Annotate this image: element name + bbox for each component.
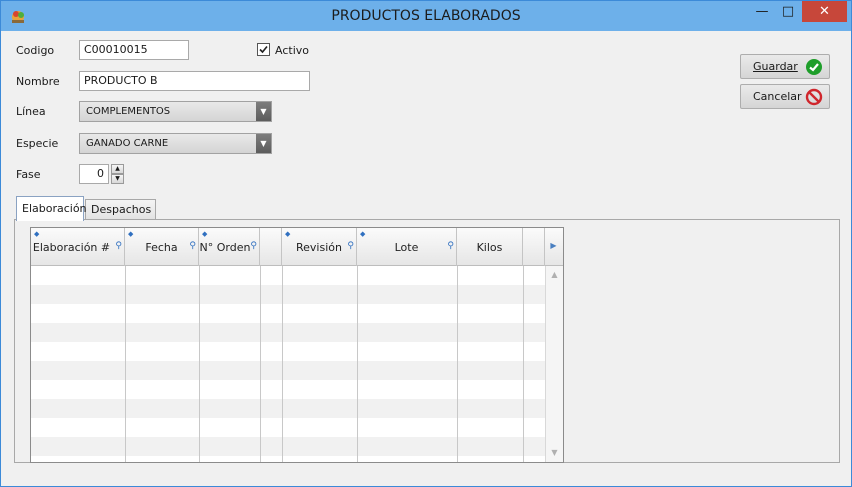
tab-despachos[interactable]: Despachos bbox=[85, 199, 156, 220]
window-title: PRODUCTOS ELABORADOS bbox=[331, 8, 521, 24]
cancelar-label: Cancelar bbox=[753, 90, 802, 103]
close-button[interactable]: ✕ bbox=[802, 1, 847, 22]
elaboraciones-grid[interactable]: ◆ Elaboración # ⚲ ◆ Fecha ⚲ ◆ N° Orden ⚲ bbox=[30, 227, 564, 463]
table-row[interactable] bbox=[31, 418, 545, 437]
fase-label: Fase bbox=[16, 168, 41, 181]
minimize-button[interactable]: — bbox=[749, 1, 775, 22]
especie-selected-value: GANADO CARNE bbox=[86, 138, 169, 149]
search-icon[interactable]: ⚲ bbox=[447, 241, 454, 251]
table-row[interactable] bbox=[31, 380, 545, 399]
search-icon[interactable]: ⚲ bbox=[115, 241, 122, 251]
table-row[interactable] bbox=[31, 266, 545, 285]
sort-icon[interactable]: ◆ bbox=[360, 230, 365, 238]
cancelar-button[interactable]: Cancelar bbox=[740, 84, 830, 109]
activo-checkbox[interactable] bbox=[257, 43, 270, 56]
sort-icon[interactable]: ◆ bbox=[34, 230, 39, 238]
checkmark-icon bbox=[259, 45, 268, 54]
column-divider bbox=[523, 266, 524, 462]
tab-panel-elaboracion: ◆ Elaboración # ⚲ ◆ Fecha ⚲ ◆ N° Orden ⚲ bbox=[14, 219, 840, 463]
codigo-label: Codigo bbox=[16, 44, 55, 57]
linea-dropdown[interactable]: COMPLEMENTOS ▼ bbox=[79, 101, 272, 122]
vertical-scrollbar[interactable]: ▲ ▼ bbox=[545, 266, 563, 462]
table-row[interactable] bbox=[31, 323, 545, 342]
column-header-blank[interactable] bbox=[260, 228, 282, 266]
guardar-button[interactable]: Guardar bbox=[740, 54, 830, 79]
table-row[interactable] bbox=[31, 399, 545, 418]
app-window: PRODUCTOS ELABORADOS — □ ✕ Codigo C00010… bbox=[0, 0, 852, 487]
guardar-label: Guardar bbox=[753, 60, 798, 73]
form-area: Codigo C00010015 Activo Nombre PRODUCTO … bbox=[6, 31, 846, 481]
cancel-icon bbox=[805, 88, 823, 106]
column-divider bbox=[125, 266, 126, 462]
chevron-down-icon[interactable]: ▼ bbox=[256, 102, 271, 121]
column-divider bbox=[457, 266, 458, 462]
stepper-down-icon[interactable]: ▼ bbox=[111, 174, 124, 184]
column-divider bbox=[357, 266, 358, 462]
search-icon[interactable]: ⚲ bbox=[250, 241, 257, 251]
column-header-revision[interactable]: ◆ Revisión ⚲ bbox=[282, 228, 357, 266]
especie-dropdown[interactable]: GANADO CARNE ▼ bbox=[79, 133, 272, 154]
checkmark-circle-icon bbox=[806, 59, 822, 75]
sort-icon[interactable]: ◆ bbox=[202, 230, 207, 238]
nombre-field[interactable]: PRODUCTO B bbox=[79, 71, 310, 91]
sort-icon[interactable]: ◆ bbox=[128, 230, 133, 238]
column-header-orden[interactable]: ◆ N° Orden ⚲ bbox=[199, 228, 260, 266]
scroll-down-icon[interactable]: ▼ bbox=[546, 444, 563, 461]
nombre-label: Nombre bbox=[16, 75, 60, 88]
table-row[interactable] bbox=[31, 342, 545, 361]
search-icon[interactable]: ⚲ bbox=[189, 241, 196, 251]
column-header-lote[interactable]: ◆ Lote ⚲ bbox=[357, 228, 457, 266]
linea-selected-value: COMPLEMENTOS bbox=[86, 106, 171, 117]
table-row[interactable] bbox=[31, 285, 545, 304]
column-divider bbox=[282, 266, 283, 462]
column-header-blank-2[interactable] bbox=[523, 228, 545, 266]
column-header-elaboracion[interactable]: ◆ Elaboración # ⚲ bbox=[31, 228, 125, 266]
column-divider bbox=[260, 266, 261, 462]
fase-stepper[interactable]: ▲ ▼ bbox=[111, 164, 124, 184]
grid-header: ◆ Elaboración # ⚲ ◆ Fecha ⚲ ◆ N° Orden ⚲ bbox=[31, 228, 563, 266]
table-row[interactable] bbox=[31, 304, 545, 323]
chevron-down-icon[interactable]: ▼ bbox=[256, 134, 271, 153]
scroll-right-icon[interactable]: ▶ bbox=[547, 238, 560, 254]
table-row[interactable] bbox=[31, 437, 545, 456]
fase-input[interactable]: 0 bbox=[79, 164, 109, 184]
tab-elaboracion[interactable]: Elaboración bbox=[16, 196, 87, 221]
stepper-up-icon[interactable]: ▲ bbox=[111, 164, 124, 174]
column-divider bbox=[199, 266, 200, 462]
scroll-up-icon[interactable]: ▲ bbox=[546, 266, 563, 283]
maximize-button[interactable]: □ bbox=[775, 1, 801, 22]
sort-icon[interactable]: ◆ bbox=[285, 230, 290, 238]
activo-label: Activo bbox=[275, 44, 309, 57]
column-header-kilos[interactable]: Kilos bbox=[457, 228, 523, 266]
table-row[interactable] bbox=[31, 361, 545, 380]
column-header-fecha[interactable]: ◆ Fecha ⚲ bbox=[125, 228, 199, 266]
title-bar: PRODUCTOS ELABORADOS — □ ✕ bbox=[1, 1, 851, 31]
linea-label: Línea bbox=[16, 105, 46, 118]
codigo-field[interactable]: C00010015 bbox=[79, 40, 189, 60]
especie-label: Especie bbox=[16, 137, 59, 150]
search-icon[interactable]: ⚲ bbox=[347, 241, 354, 251]
